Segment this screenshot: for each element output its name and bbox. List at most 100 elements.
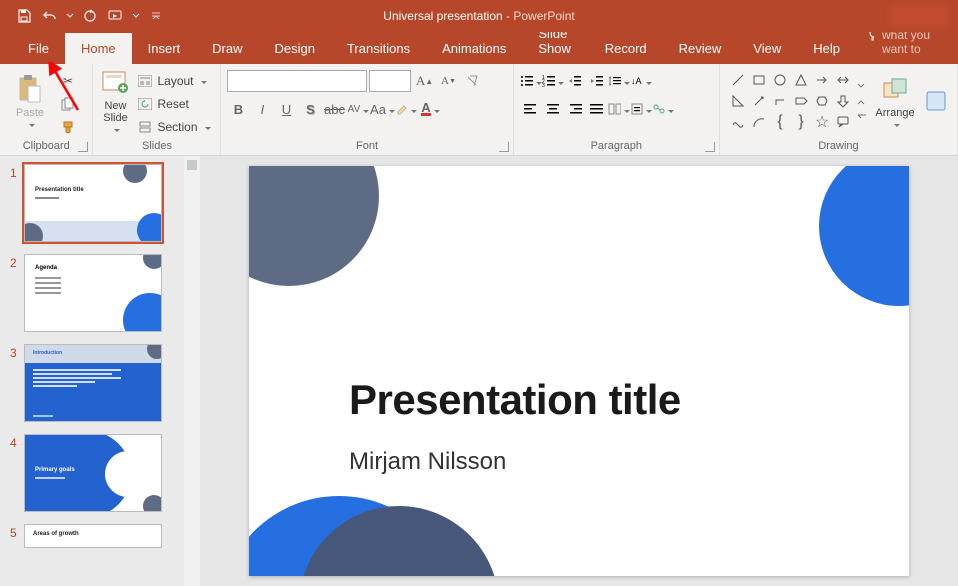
thumb-preview[interactable]: Agenda (24, 254, 162, 332)
thumb-preview[interactable]: Introduction (24, 344, 162, 422)
shape-pentagon-icon[interactable] (791, 91, 811, 111)
quick-styles-button[interactable] (921, 68, 951, 136)
font-family-combo[interactable] (227, 70, 367, 92)
dialog-launcher-icon[interactable] (705, 142, 715, 152)
slide-canvas-area[interactable]: Presentation title Mirjam Nilsson (200, 156, 958, 586)
arrange-button[interactable]: Arrange (871, 68, 919, 136)
thumb-3[interactable]: 3 Introduction (0, 336, 200, 426)
dialog-launcher-icon[interactable] (499, 142, 509, 152)
shape-down-arrow-icon[interactable] (833, 91, 853, 111)
reset-button[interactable]: Reset (133, 93, 214, 114)
thumb-preview[interactable]: Presentation title (24, 164, 162, 242)
thumb-preview[interactable]: Areas of growth (24, 524, 162, 548)
shape-star-icon[interactable]: ☆ (812, 112, 832, 132)
italic-button[interactable]: I (251, 98, 273, 120)
thumb-2[interactable]: 2 Agenda (0, 246, 200, 336)
align-left-button[interactable] (520, 98, 542, 120)
tab-insert[interactable]: Insert (132, 33, 197, 64)
shape-double-arrow-icon[interactable] (833, 70, 853, 90)
strikethrough-button[interactable]: abc (323, 98, 345, 120)
justify-button[interactable] (586, 98, 608, 120)
new-slide-button[interactable]: New Slide (99, 68, 131, 136)
tab-transitions[interactable]: Transitions (331, 33, 426, 64)
account-area[interactable] (888, 5, 948, 27)
present-icon[interactable] (104, 4, 128, 28)
columns-button[interactable] (608, 98, 630, 120)
present-dropdown-icon[interactable] (130, 4, 142, 28)
copy-button[interactable] (56, 93, 80, 114)
shapes-gallery[interactable]: { } ☆ (726, 68, 855, 134)
redo-icon[interactable] (78, 4, 102, 28)
character-spacing-button[interactable]: AV (347, 98, 369, 120)
text-direction-button[interactable]: ↓A (630, 70, 652, 92)
cut-button[interactable]: ✂ (56, 70, 80, 91)
tab-animations[interactable]: Animations (426, 33, 522, 64)
slide[interactable]: Presentation title Mirjam Nilsson (249, 166, 909, 576)
thumb-4[interactable]: 4 Primary goals (0, 426, 200, 516)
shadow-button[interactable]: S (299, 98, 321, 120)
decrease-indent-button[interactable] (564, 70, 586, 92)
shape-curve-icon[interactable] (728, 112, 748, 132)
quick-access-toolbar (0, 4, 168, 28)
paste-button[interactable]: Paste (6, 68, 54, 136)
shape-circle-icon[interactable] (770, 70, 790, 90)
tab-record[interactable]: Record (589, 33, 663, 64)
clear-formatting-button[interactable] (461, 70, 483, 92)
chevron-down-icon (643, 102, 652, 117)
thumb-preview[interactable]: Primary goals (24, 434, 162, 512)
shape-connector-icon[interactable] (749, 91, 769, 111)
increase-font-button[interactable]: A▲ (413, 70, 435, 92)
undo-dropdown-icon[interactable] (64, 4, 76, 28)
group-label-font: Font (221, 138, 512, 155)
shape-line-icon[interactable] (728, 70, 748, 90)
tab-help[interactable]: Help (797, 33, 856, 64)
align-right-button[interactable] (564, 98, 586, 120)
arrange-icon (879, 73, 911, 105)
underline-button[interactable]: U (275, 98, 297, 120)
shape-lbrace-icon[interactable]: { (770, 112, 790, 132)
shape-arc-icon[interactable] (749, 112, 769, 132)
align-center-button[interactable] (542, 98, 564, 120)
section-button[interactable]: Section (133, 116, 214, 137)
increase-indent-button[interactable] (586, 70, 608, 92)
thumb-5[interactable]: 5 Areas of growth (0, 516, 200, 552)
smartart-button[interactable] (652, 98, 674, 120)
dialog-launcher-icon[interactable] (78, 142, 88, 152)
thumb-1[interactable]: 1 Presentation title (0, 156, 200, 246)
layout-button[interactable]: Layout (133, 70, 214, 91)
numbering-button[interactable]: 123 (542, 70, 564, 92)
line-spacing-button[interactable] (608, 70, 630, 92)
shape-elbow-icon[interactable] (770, 91, 790, 111)
tab-view[interactable]: View (737, 33, 797, 64)
save-icon[interactable] (12, 4, 36, 28)
decoration-circle (819, 166, 909, 306)
change-case-button[interactable]: Aa (371, 98, 393, 120)
shape-rect-icon[interactable] (749, 70, 769, 90)
qat-customize-icon[interactable] (144, 4, 168, 28)
thumbnail-scrollbar[interactable] (184, 156, 200, 586)
group-drawing: { } ☆ Arrange Drawing (720, 64, 958, 155)
font-color-button[interactable]: A (419, 98, 441, 120)
slide-subtitle[interactable]: Mirjam Nilsson (349, 448, 506, 476)
tab-home[interactable]: Home (65, 33, 132, 64)
format-painter-button[interactable] (56, 116, 80, 137)
thumbnail-pane[interactable]: 1 Presentation title 2 Agenda 3 Introduc… (0, 156, 200, 586)
bold-button[interactable]: B (227, 98, 249, 120)
shape-triangle-icon[interactable] (791, 70, 811, 90)
highlight-button[interactable] (395, 98, 417, 120)
bullets-button[interactable] (520, 70, 542, 92)
shape-tri2-icon[interactable] (728, 91, 748, 111)
slide-title[interactable]: Presentation title (349, 376, 681, 424)
shape-arrow-icon[interactable] (812, 70, 832, 90)
decrease-font-button[interactable]: A▼ (437, 70, 459, 92)
tab-file[interactable]: File (12, 33, 65, 64)
shape-hex-icon[interactable] (812, 91, 832, 111)
tab-review[interactable]: Review (663, 33, 738, 64)
font-size-combo[interactable] (369, 70, 411, 92)
tab-design[interactable]: Design (259, 33, 331, 64)
undo-icon[interactable] (38, 4, 62, 28)
shape-rbrace-icon[interactable]: } (791, 112, 811, 132)
shape-callout-icon[interactable] (833, 112, 853, 132)
align-text-button[interactable] (630, 98, 652, 120)
tab-draw[interactable]: Draw (196, 33, 258, 64)
